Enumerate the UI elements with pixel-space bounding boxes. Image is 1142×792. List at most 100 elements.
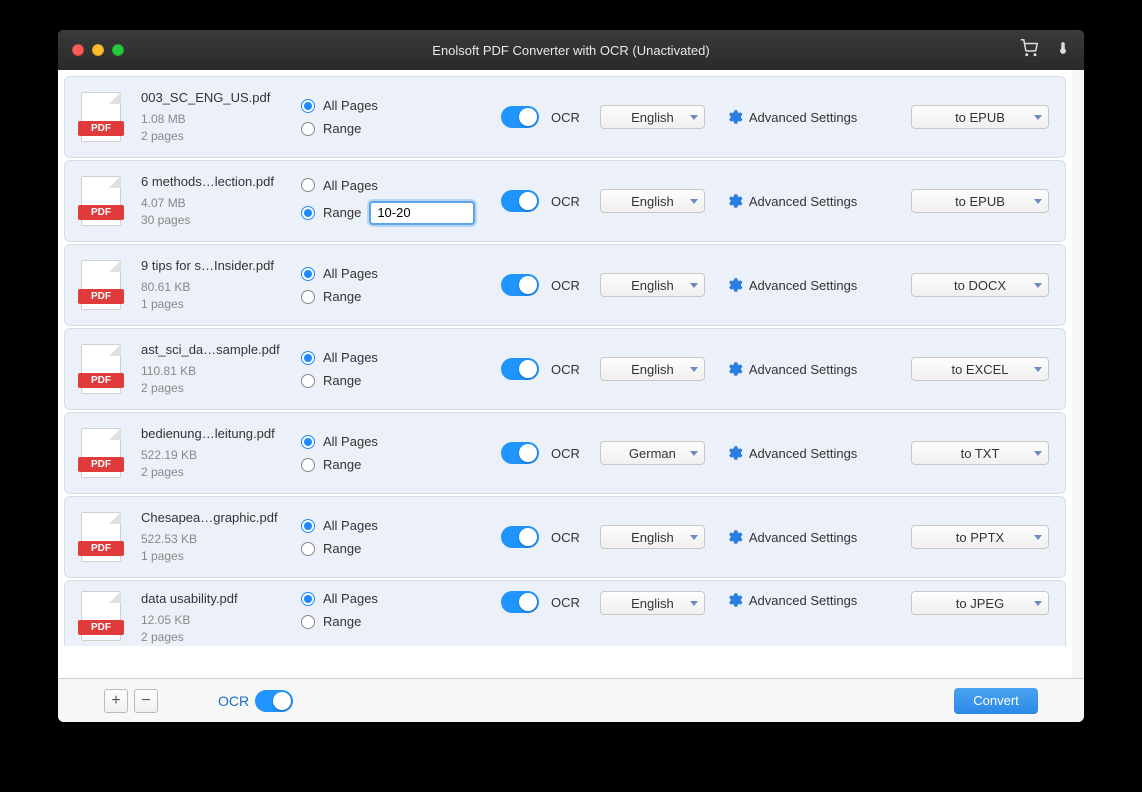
ocr-toggle[interactable]	[501, 274, 539, 296]
range-radio[interactable]	[301, 122, 315, 136]
advanced-settings-button[interactable]: Advanced Settings	[725, 360, 857, 378]
format-select[interactable]: to DOCX	[911, 273, 1049, 297]
format-select[interactable]: to TXT	[911, 441, 1049, 465]
pdf-file-icon: PDF	[81, 260, 121, 310]
file-size: 522.19 KB	[141, 447, 281, 464]
range-radio[interactable]	[301, 290, 315, 304]
file-row[interactable]: PDFast_sci_da…sample.pdf110.81 KB2 pages…	[64, 328, 1066, 410]
file-row[interactable]: PDF bedienung…leitung.pdf522.19 KB2 pages…	[64, 412, 1066, 494]
all-pages-radio[interactable]	[301, 267, 315, 281]
page-selection: All PagesRange	[301, 98, 481, 136]
pdf-file-icon: PDF	[81, 176, 121, 226]
range-label: Range	[323, 457, 361, 472]
ocr-toggle[interactable]	[501, 106, 539, 128]
ocr-toggle[interactable]	[501, 190, 539, 212]
file-row[interactable]: PDF9 tips for s…Insider.pdf80.61 KB1 pag…	[64, 244, 1066, 326]
remove-file-button[interactable]: −	[134, 689, 158, 713]
language-select[interactable]: English	[600, 105, 705, 129]
file-name: data usability.pdf	[141, 591, 281, 606]
zoom-window-button[interactable]	[112, 44, 124, 56]
file-size: 1.08 MB	[141, 111, 281, 128]
ocr-label: OCR	[551, 595, 580, 610]
pdf-file-icon: PDF	[81, 428, 121, 478]
minimize-window-button[interactable]	[92, 44, 104, 56]
format-select[interactable]: to PPTX	[911, 525, 1049, 549]
range-radio[interactable]	[301, 542, 315, 556]
advanced-settings-button[interactable]: Advanced Settings	[725, 108, 857, 126]
file-size: 110.81 KB	[141, 363, 281, 380]
page-selection: All PagesRange	[301, 178, 481, 225]
language-select[interactable]: English	[600, 273, 705, 297]
all-pages-radio[interactable]	[301, 435, 315, 449]
pdf-file-icon: PDF	[81, 344, 121, 394]
language-select[interactable]: English	[600, 525, 705, 549]
format-select[interactable]: to EPUB	[911, 105, 1049, 129]
all-pages-radio[interactable]	[301, 351, 315, 365]
file-size: 522.53 KB	[141, 531, 281, 548]
ocr-toggle[interactable]	[501, 591, 539, 613]
titlebar: Enolsoft PDF Converter with OCR (Unactiv…	[58, 30, 1084, 70]
range-input[interactable]	[369, 201, 475, 225]
all-pages-radio[interactable]	[301, 178, 315, 192]
advanced-settings-button[interactable]: Advanced Settings	[725, 276, 857, 294]
cart-icon[interactable]	[1020, 39, 1038, 62]
file-size: 80.61 KB	[141, 279, 281, 296]
window-controls	[72, 44, 124, 56]
file-pages: 2 pages	[141, 128, 281, 145]
all-pages-label: All Pages	[323, 350, 378, 365]
format-select[interactable]: to EPUB	[911, 189, 1049, 213]
language-select[interactable]: German	[600, 441, 705, 465]
gear-icon	[725, 360, 743, 378]
range-radio[interactable]	[301, 615, 315, 629]
ocr-toggle[interactable]	[501, 358, 539, 380]
all-pages-label: All Pages	[323, 591, 378, 606]
all-pages-radio[interactable]	[301, 519, 315, 533]
gear-icon	[725, 108, 743, 126]
scrollbar[interactable]	[1072, 70, 1084, 678]
footer-toolbar: + − OCR Convert	[58, 678, 1084, 722]
language-select[interactable]: English	[600, 591, 705, 615]
language-select[interactable]: English	[600, 189, 705, 213]
ocr-group: OCR	[501, 591, 580, 613]
advanced-settings-button[interactable]: Advanced Settings	[725, 192, 857, 210]
file-name: ast_sci_da…sample.pdf	[141, 342, 281, 357]
advanced-settings-button[interactable]: Advanced Settings	[725, 528, 857, 546]
file-meta: Chesapea…graphic.pdf522.53 KB1 pages	[141, 510, 281, 565]
advanced-settings-button[interactable]: Advanced Settings	[725, 444, 857, 462]
file-pages: 1 pages	[141, 296, 281, 313]
advanced-settings-button[interactable]: Advanced Settings	[725, 591, 857, 609]
file-meta: ast_sci_da…sample.pdf110.81 KB2 pages	[141, 342, 281, 397]
page-selection: All PagesRange	[301, 591, 481, 629]
file-row[interactable]: PDF 6 methods…lection.pdf4.07 MB30 pages A…	[64, 160, 1066, 242]
all-pages-radio[interactable]	[301, 99, 315, 113]
file-meta: bedienung…leitung.pdf522.19 KB2 pages	[141, 426, 281, 481]
advanced-label: Advanced Settings	[749, 530, 857, 545]
file-meta: 6 methods…lection.pdf4.07 MB30 pages	[141, 174, 281, 229]
file-row[interactable]: PDF003_SC_ENG_US.pdf1.08 MB2 pagesAll Pa…	[64, 76, 1066, 158]
close-window-button[interactable]	[72, 44, 84, 56]
pdf-badge: PDF	[78, 289, 124, 304]
convert-button[interactable]: Convert	[954, 688, 1038, 714]
file-row[interactable]: PDFChesapea…graphic.pdf522.53 KB1 pagesA…	[64, 496, 1066, 578]
global-ocr-label: OCR	[218, 693, 249, 709]
gear-icon	[725, 192, 743, 210]
global-ocr-toggle[interactable]	[255, 690, 293, 712]
ocr-toggle[interactable]	[501, 442, 539, 464]
range-radio[interactable]	[301, 206, 315, 220]
thermometer-icon[interactable]	[1056, 40, 1070, 61]
range-radio[interactable]	[301, 458, 315, 472]
language-select[interactable]: English	[600, 357, 705, 381]
all-pages-label: All Pages	[323, 266, 378, 281]
format-select[interactable]: to JPEG	[911, 591, 1049, 615]
file-size: 4.07 MB	[141, 195, 281, 212]
ocr-group: OCR	[501, 442, 580, 464]
all-pages-radio[interactable]	[301, 592, 315, 606]
ocr-label: OCR	[551, 446, 580, 461]
add-file-button[interactable]: +	[104, 689, 128, 713]
ocr-toggle[interactable]	[501, 526, 539, 548]
page-selection: All PagesRange	[301, 266, 481, 304]
range-radio[interactable]	[301, 374, 315, 388]
format-select[interactable]: to EXCEL	[911, 357, 1049, 381]
file-row[interactable]: PDFdata usability.pdf12.05 KB2 pagesAll …	[64, 580, 1066, 646]
ocr-group: OCR	[501, 526, 580, 548]
